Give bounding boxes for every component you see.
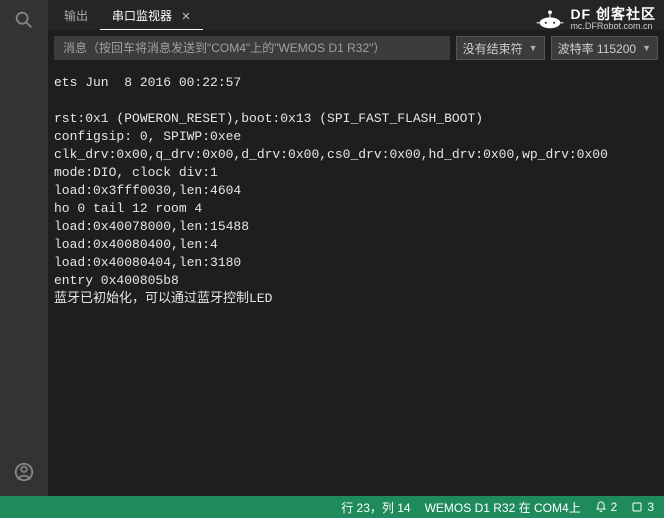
serial-message-input[interactable] bbox=[54, 36, 450, 60]
close-circle-icon bbox=[631, 501, 643, 513]
baud-rate-value: 波特率 115200 bbox=[558, 40, 637, 57]
status-extra[interactable]: 3 bbox=[631, 500, 654, 514]
line-ending-select[interactable]: 没有结束符 ▼ bbox=[456, 36, 545, 60]
status-cursor[interactable]: 行 23，列 14 bbox=[341, 499, 410, 516]
status-notifications[interactable]: 2 bbox=[595, 500, 618, 514]
tab-output[interactable]: 输出 bbox=[52, 1, 100, 30]
panel-tabs: 输出 串口监视器 ✕ bbox=[48, 0, 664, 30]
chevron-down-icon: ▼ bbox=[642, 43, 651, 53]
baud-rate-select[interactable]: 波特率 115200 ▼ bbox=[551, 36, 658, 60]
chevron-down-icon: ▼ bbox=[529, 43, 538, 53]
account-icon[interactable] bbox=[10, 458, 38, 486]
serial-controls: 没有结束符 ▼ 波特率 115200 ▼ bbox=[48, 30, 664, 66]
status-bar: 行 23，列 14 WEMOS D1 R32 在 COM4上 2 3 bbox=[0, 496, 664, 518]
close-icon[interactable]: ✕ bbox=[181, 11, 190, 23]
tab-serial-monitor[interactable]: 串口监视器 ✕ bbox=[100, 1, 203, 30]
search-icon[interactable] bbox=[10, 6, 38, 34]
notification-count: 2 bbox=[611, 500, 618, 514]
tab-output-label: 输出 bbox=[64, 9, 88, 23]
tab-serial-label: 串口监视器 bbox=[112, 9, 172, 23]
line-ending-value: 没有结束符 bbox=[463, 40, 523, 57]
serial-output[interactable]: ets Jun 8 2016 00:22:57 rst:0x1 (POWERON… bbox=[48, 66, 664, 496]
status-extra-count: 3 bbox=[647, 500, 654, 514]
status-board[interactable]: WEMOS D1 R32 在 COM4上 bbox=[425, 499, 581, 516]
watermark-logo: DF 创客社区 mc.DFRobot.com.cn bbox=[536, 8, 656, 32]
bell-icon bbox=[595, 501, 607, 513]
activity-bar bbox=[0, 0, 48, 496]
logo-brand: DF 创客社区 bbox=[570, 8, 656, 20]
